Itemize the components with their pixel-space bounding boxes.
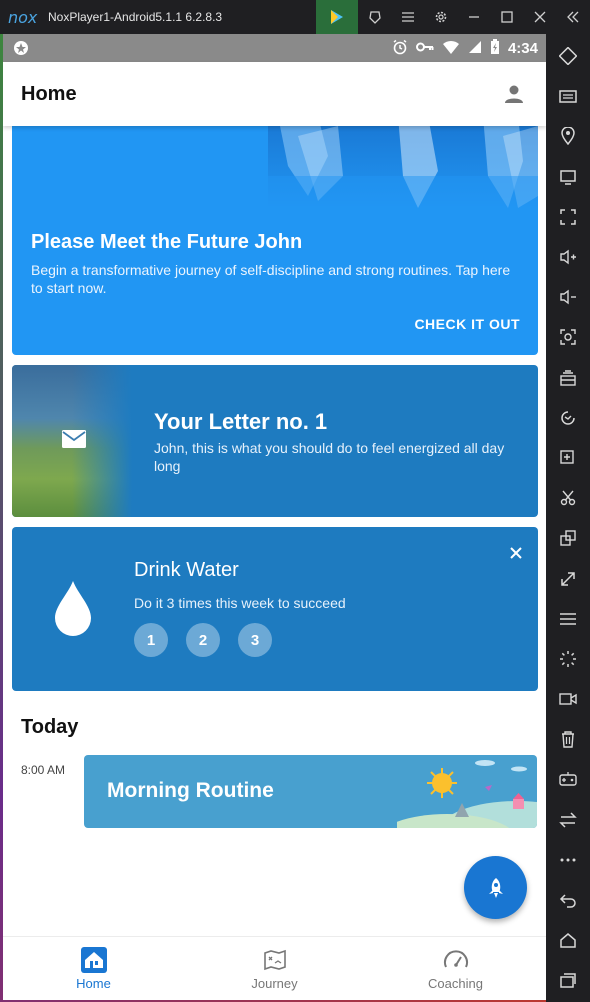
nav-coaching[interactable]: Coaching bbox=[365, 937, 546, 1000]
letter-card[interactable]: Your Letter no. 1 John, this is what you… bbox=[12, 365, 538, 517]
page-title: Home bbox=[21, 82, 77, 105]
hero-description: Begin a transformative journey of self-d… bbox=[31, 262, 511, 296]
home-icon[interactable] bbox=[546, 920, 590, 960]
video-record-icon[interactable] bbox=[546, 679, 590, 719]
key-icon bbox=[415, 40, 434, 56]
screenshot-icon[interactable] bbox=[546, 317, 590, 357]
battery-icon bbox=[490, 38, 500, 58]
letter-title: Your Letter no. 1 bbox=[154, 409, 328, 434]
rocket-fab-button[interactable] bbox=[464, 856, 527, 919]
rotate-icon[interactable] bbox=[546, 398, 590, 438]
water-step-2[interactable]: 2 bbox=[186, 623, 220, 657]
bottom-navigation: Home Journey Coaching bbox=[3, 936, 546, 1000]
gamepad-icon[interactable] bbox=[546, 759, 590, 799]
morning-routine-card[interactable]: Morning Routine bbox=[84, 755, 537, 828]
volume-up-icon[interactable] bbox=[546, 237, 590, 277]
pin-icon[interactable] bbox=[358, 0, 391, 34]
multi-instance-icon[interactable] bbox=[546, 518, 590, 558]
house-icon bbox=[80, 946, 108, 974]
hero-title: Please Meet the Future John bbox=[31, 231, 303, 253]
water-step-3[interactable]: 3 bbox=[238, 623, 272, 657]
collapse-icon[interactable] bbox=[556, 0, 589, 34]
resize-icon[interactable] bbox=[546, 558, 590, 598]
signal-icon bbox=[468, 40, 482, 57]
virtual-keyboard-icon[interactable] bbox=[546, 76, 590, 116]
future-self-card[interactable]: Please Meet the Future John Begin a tran… bbox=[12, 126, 538, 355]
toolbox-icon[interactable] bbox=[546, 358, 590, 398]
status-time: 4:34 bbox=[507, 39, 538, 57]
nav-home-label: Home bbox=[76, 976, 111, 991]
more-icon[interactable] bbox=[546, 840, 590, 880]
check-it-out-button[interactable]: CHECK IT OUT bbox=[414, 316, 520, 332]
loading-icon[interactable] bbox=[546, 639, 590, 679]
water-description: Do it 3 times this week to succeed bbox=[134, 595, 346, 611]
menu-lines-icon[interactable] bbox=[546, 599, 590, 639]
fullscreen-icon[interactable] bbox=[546, 197, 590, 237]
play-store-icon[interactable] bbox=[316, 0, 358, 34]
notification-icon bbox=[11, 38, 31, 58]
wifi-icon bbox=[442, 40, 460, 57]
profile-icon[interactable] bbox=[500, 80, 528, 108]
keyboard-mapping-icon[interactable] bbox=[546, 36, 590, 76]
routine-time: 8:00 AM bbox=[21, 763, 66, 777]
speedometer-icon bbox=[442, 946, 470, 974]
today-heading: Today bbox=[21, 716, 79, 738]
emulator-sidebar bbox=[546, 34, 590, 1002]
emulator-titlebar: nox NoxPlayer1-Android5.1.1 6.2.8.3 bbox=[0, 0, 590, 34]
nav-journey-label: Journey bbox=[251, 976, 298, 991]
maximize-icon[interactable] bbox=[490, 0, 523, 34]
home-feed: Please Meet the Future John Begin a tran… bbox=[3, 126, 546, 936]
nav-journey[interactable]: Journey bbox=[184, 937, 365, 1000]
location-icon[interactable] bbox=[546, 116, 590, 156]
alarm-icon bbox=[392, 39, 408, 58]
android-screen: 4:34 Home Please Meet the Future John Be bbox=[3, 34, 546, 1000]
drink-water-card[interactable]: Drink Water Do it 3 times this week to s… bbox=[12, 527, 538, 691]
map-icon bbox=[261, 946, 289, 974]
letter-description: John, this is what you should do to feel… bbox=[154, 440, 505, 474]
menu-icon[interactable] bbox=[391, 0, 424, 34]
emulator-title: NoxPlayer1-Android5.1.1 6.2.8.3 bbox=[48, 10, 223, 24]
water-title: Drink Water bbox=[134, 559, 239, 581]
hero-illustration bbox=[268, 126, 538, 208]
back-icon[interactable] bbox=[546, 880, 590, 920]
water-drop-icon bbox=[54, 580, 92, 636]
routine-title: Morning Routine bbox=[107, 779, 274, 802]
nox-logo: nox bbox=[8, 7, 38, 27]
apk-install-icon[interactable] bbox=[546, 438, 590, 478]
dismiss-close-icon[interactable] bbox=[508, 545, 524, 561]
landscape-illustration bbox=[384, 755, 537, 828]
screen-icon[interactable] bbox=[546, 157, 590, 197]
sync-icon[interactable] bbox=[546, 800, 590, 840]
app-bar: Home bbox=[3, 62, 546, 126]
recents-icon[interactable] bbox=[546, 960, 590, 1000]
scissors-icon[interactable] bbox=[546, 478, 590, 518]
nav-coaching-label: Coaching bbox=[428, 976, 483, 991]
android-statusbar: 4:34 bbox=[3, 34, 546, 62]
water-step-1[interactable]: 1 bbox=[134, 623, 168, 657]
volume-down-icon[interactable] bbox=[546, 277, 590, 317]
envelope-icon bbox=[62, 430, 86, 448]
minimize-icon[interactable] bbox=[457, 0, 490, 34]
nav-home[interactable]: Home bbox=[3, 937, 184, 1000]
settings-icon[interactable] bbox=[424, 0, 457, 34]
trash-icon[interactable] bbox=[546, 719, 590, 759]
close-icon[interactable] bbox=[523, 0, 556, 34]
